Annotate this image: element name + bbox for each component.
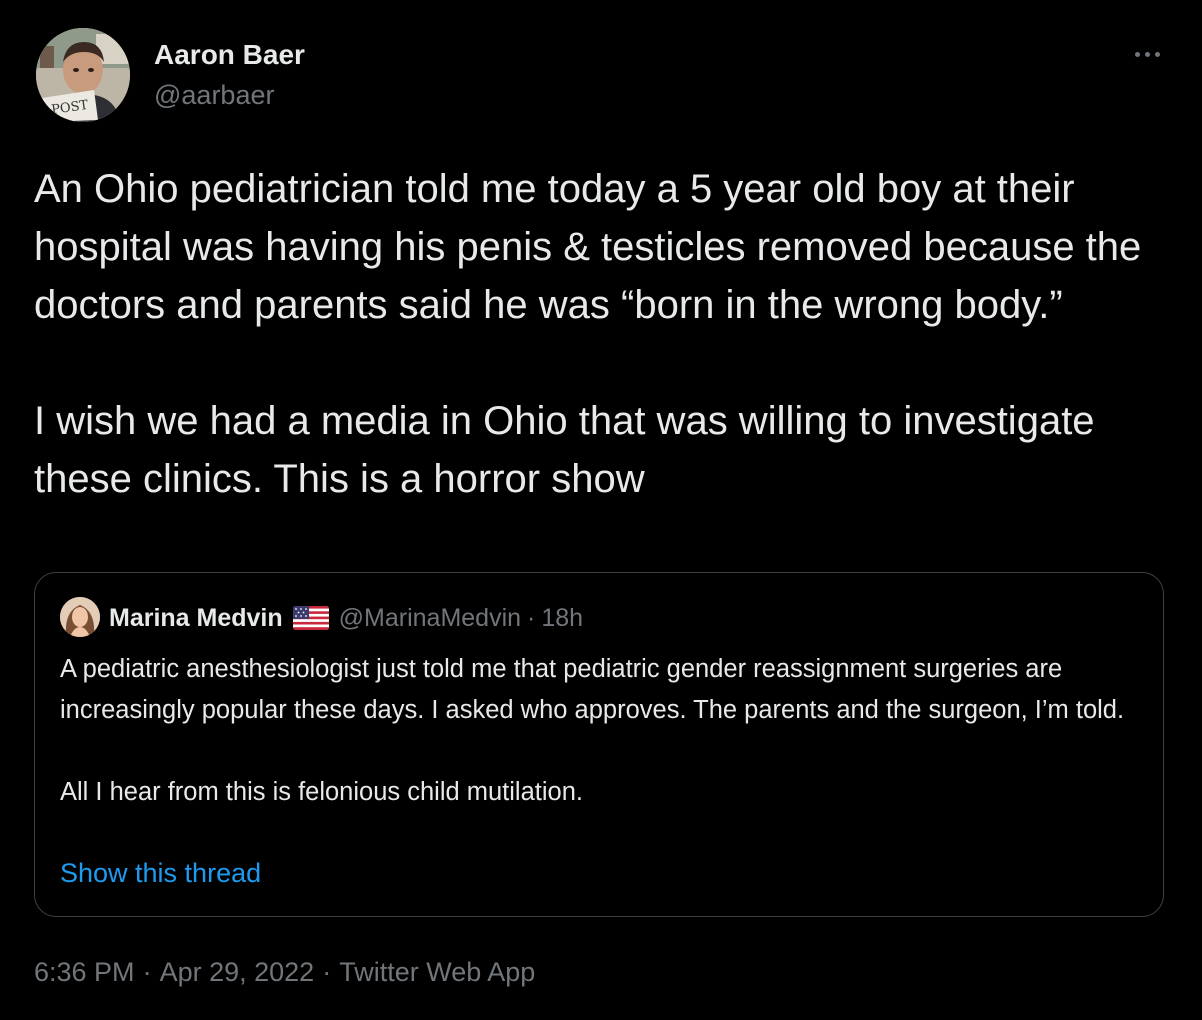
tweet-source[interactable]: Twitter Web App bbox=[339, 957, 535, 987]
quoted-author-name[interactable]: Marina Medvin bbox=[109, 601, 283, 635]
quoted-separator: · bbox=[527, 604, 536, 632]
tweet-time[interactable]: 6:36 PM bbox=[34, 957, 135, 987]
quoted-header: Marina Medvin @MarinaMedvin · 18h bbox=[109, 601, 583, 635]
quoted-tweet[interactable]: Marina Medvin @MarinaMedvin · 18h A pedi… bbox=[34, 572, 1164, 917]
quoted-timestamp[interactable]: 18h bbox=[541, 601, 583, 635]
author-avatar-image: POST bbox=[36, 28, 130, 122]
tweet-meta: 6:36 PM · Apr 29, 2022 · Twitter Web App bbox=[34, 955, 535, 989]
more-horizontal-icon-dot bbox=[1144, 51, 1150, 57]
tweet-date[interactable]: Apr 29, 2022 bbox=[160, 957, 315, 987]
quoted-tweet-text: A pediatric anesthesiologist just told m… bbox=[60, 655, 1125, 806]
more-options-button[interactable] bbox=[1124, 38, 1170, 70]
author-name[interactable]: Aaron Baer bbox=[154, 38, 305, 72]
meta-separator: · bbox=[322, 957, 332, 987]
quoted-avatar-image bbox=[60, 597, 100, 637]
more-horizontal-icon-dot bbox=[1154, 51, 1160, 57]
more-horizontal-icon bbox=[1134, 51, 1140, 57]
meta-separator: · bbox=[142, 957, 152, 987]
author-avatar[interactable]: POST bbox=[36, 28, 130, 122]
quoted-author-handle[interactable]: @MarinaMedvin bbox=[339, 601, 521, 635]
tweet-text: An Ohio pediatrician told me today a 5 y… bbox=[34, 167, 1142, 501]
us-flag-icon bbox=[292, 606, 329, 630]
show-thread-link[interactable]: Show this thread bbox=[60, 856, 261, 890]
tweet: POST Aaron Baer @aarbaer An Ohio pediatr… bbox=[0, 0, 1202, 1020]
quoted-author-avatar[interactable] bbox=[60, 597, 100, 637]
author-handle[interactable]: @aarbaer bbox=[154, 78, 274, 112]
